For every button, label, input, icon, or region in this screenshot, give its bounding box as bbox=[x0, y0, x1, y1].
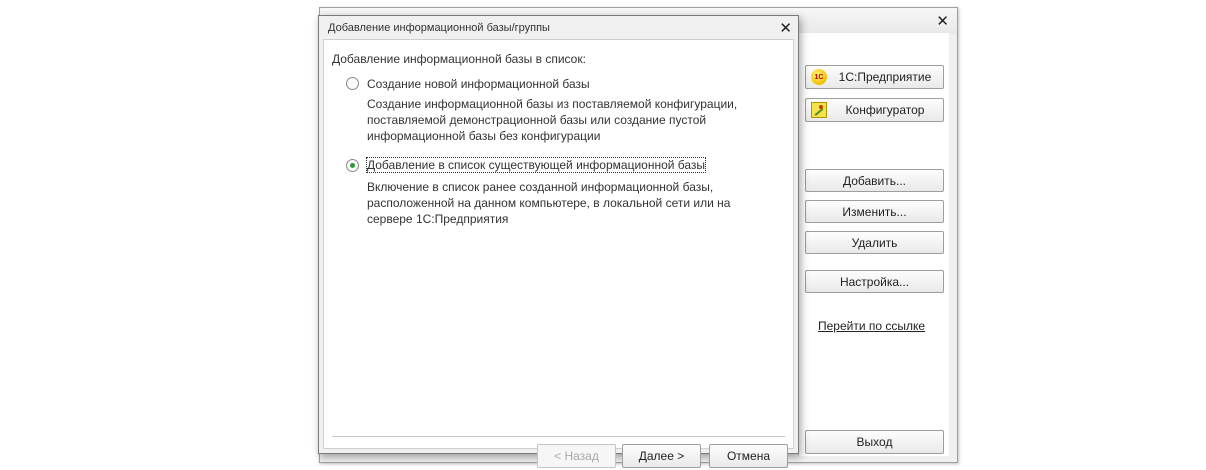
option-add-existing-label[interactable]: Добавление в список существующей информа… bbox=[365, 157, 707, 173]
configurator-icon bbox=[811, 102, 827, 118]
configurator-button-label: Конфигуратор bbox=[845, 103, 925, 117]
dialog-prompt: Добавление информационной базы в список: bbox=[332, 52, 586, 66]
back-button[interactable]: < Назад bbox=[537, 444, 616, 468]
radio-add-existing[interactable] bbox=[346, 159, 359, 172]
add-button[interactable]: Добавить... bbox=[805, 169, 944, 192]
launcher-close-icon[interactable]: ✕ bbox=[936, 12, 949, 30]
settings-button[interactable]: Настройка... bbox=[805, 270, 944, 293]
configurator-button[interactable]: Конфигуратор bbox=[805, 98, 944, 122]
dialog-body: Добавление информационной базы в список:… bbox=[323, 39, 794, 468]
next-button[interactable]: Далее > bbox=[622, 444, 701, 468]
footer-separator bbox=[332, 436, 785, 437]
radio-create-new[interactable] bbox=[346, 77, 359, 90]
exit-button[interactable]: Выход bbox=[805, 430, 944, 454]
dialog-close-icon[interactable]: ✕ bbox=[779, 19, 792, 37]
enterprise-button[interactable]: 1C 1С:Предприятие bbox=[805, 65, 944, 89]
delete-button[interactable]: Удалить bbox=[805, 231, 944, 254]
1c-enterprise-icon: 1C bbox=[811, 69, 827, 85]
cancel-button[interactable]: Отмена bbox=[709, 444, 788, 468]
option-add-existing-description: Включение в список ранее созданной инфор… bbox=[367, 180, 731, 226]
edit-button[interactable]: Изменить... bbox=[805, 200, 944, 223]
add-infobase-dialog: Добавление информационной базы/группы ✕ … bbox=[318, 15, 799, 468]
dialog-title: Добавление информационной базы/группы bbox=[328, 22, 550, 34]
option-create-new-description: Создание информационной базы из поставля… bbox=[367, 97, 738, 143]
enterprise-button-label: 1С:Предприятие bbox=[838, 70, 932, 84]
option-create-new-label[interactable]: Создание новой информационной базы bbox=[367, 77, 590, 91]
launcher-side-panel: 1C 1С:Предприятие Конфигуратор Добавить.… bbox=[798, 33, 949, 456]
go-to-link[interactable]: Перейти по ссылке bbox=[818, 319, 925, 333]
